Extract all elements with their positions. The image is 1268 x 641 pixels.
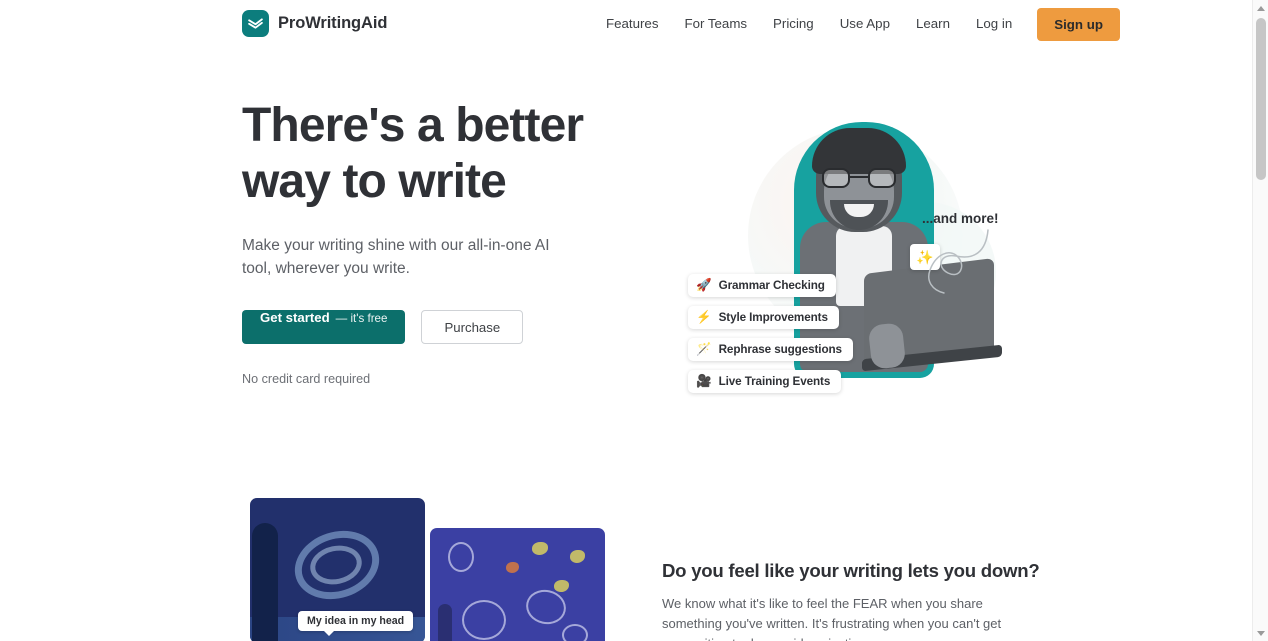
brand-logo-link[interactable]: ProWritingAid (242, 10, 387, 37)
lower-section-title: Do you feel like your writing lets you d… (662, 560, 1040, 581)
glasses-right-lens (868, 168, 896, 188)
hero-section: There's a better way to write Make your … (0, 48, 1252, 468)
page-root: ProWritingAid Features For Teams Pricing… (0, 0, 1268, 641)
nav-item-for-teams[interactable]: For Teams (671, 11, 760, 36)
crude-sketch-image (430, 528, 605, 641)
scroll-down-arrow-icon[interactable] (1253, 625, 1268, 641)
no-credit-card-note: No credit card required (242, 372, 371, 386)
main-navigation: Features For Teams Pricing Use App Learn… (600, 0, 1120, 48)
sign-up-button[interactable]: Sign up (1037, 7, 1120, 41)
writing-lets-you-down-section: My idea in my head Do you feel like your… (0, 468, 1252, 641)
person-hand (867, 322, 907, 370)
hand-drawn-arrow-icon (928, 229, 989, 294)
feature-chip-label: Style Improvements (718, 311, 828, 324)
site-header: ProWritingAid Features For Teams Pricing… (0, 0, 1252, 48)
rocket-icon: 🚀 (696, 278, 712, 293)
hero-copy: There's a better way to write Make your … (242, 98, 642, 386)
hero-title: There's a better way to write (242, 98, 602, 210)
feature-chip-style-improvements[interactable]: ⚡ Style Improvements (688, 306, 839, 329)
magic-wand-icon: 🪄 (696, 342, 712, 357)
glasses-left-lens (822, 168, 850, 188)
glasses-bridge (850, 176, 868, 179)
nav-item-learn[interactable]: Learn (903, 11, 963, 36)
sketch-cypress (438, 604, 452, 641)
brand-name: ProWritingAid (278, 14, 388, 32)
sketch-mark (562, 624, 588, 641)
and-more-callout: ...and more! (922, 211, 999, 226)
get-started-button[interactable]: Get started — it's free (242, 310, 406, 344)
nav-item-use-app[interactable]: Use App (827, 11, 903, 36)
feature-chip-label: Grammar Checking (718, 279, 825, 292)
get-started-free-note: — it's free (335, 312, 388, 325)
hero-cta-group: Get started — it's free Purchase (242, 310, 642, 344)
get-started-label: Get started (260, 310, 330, 325)
sketch-blob (554, 580, 569, 592)
sketch-blob (506, 562, 519, 573)
feature-chip-list: 🚀 Grammar Checking ⚡ Style Improvements … (688, 274, 853, 393)
scrollbar-thumb[interactable] (1256, 18, 1266, 180)
lower-section-body: We know what it's like to feel the FEAR … (662, 596, 1002, 641)
lower-section-copy: Do you feel like your writing lets you d… (662, 560, 1040, 641)
sketch-blob (570, 550, 585, 563)
starry-night-cypress (252, 523, 278, 641)
nav-item-features[interactable]: Features (600, 11, 671, 36)
sketch-mark (462, 600, 506, 640)
feature-chip-live-training-events[interactable]: 🎥 Live Training Events (688, 370, 842, 393)
sketch-mark (522, 586, 570, 628)
purchase-button[interactable]: Purchase (421, 310, 524, 344)
hero-title-line-2: way to write (242, 155, 507, 208)
sketch-blob (532, 542, 548, 555)
hero-title-line-1: There's a better (242, 99, 584, 152)
prowritingaid-logo-icon (242, 10, 269, 37)
illustration-stage: 🚀 Grammar Checking ⚡ Style Improvements … (660, 106, 1020, 436)
feature-chip-label: Live Training Events (718, 375, 831, 388)
feature-chip-grammar-checking[interactable]: 🚀 Grammar Checking (688, 274, 836, 297)
nav-item-pricing[interactable]: Pricing (760, 11, 827, 36)
lightning-icon: ⚡ (696, 310, 712, 325)
glasses-icon (822, 168, 896, 188)
sketch-mark (448, 542, 474, 572)
hero-illustration: 🚀 Grammar Checking ⚡ Style Improvements … (660, 106, 1020, 436)
video-camera-icon: 🎥 (696, 374, 712, 389)
feature-chip-label: Rephrase suggestions (718, 343, 842, 356)
nav-item-log-in[interactable]: Log in (963, 11, 1025, 36)
page-viewport: ProWritingAid Features For Teams Pricing… (0, 0, 1252, 641)
idea-vs-reality-images: My idea in my head (250, 498, 605, 641)
idea-image-caption: My idea in my head (298, 611, 414, 636)
page-scrollbar[interactable] (1252, 0, 1268, 641)
scroll-up-arrow-icon[interactable] (1253, 0, 1268, 16)
hero-subtitle: Make your writing shine with our all-in-… (242, 237, 550, 277)
feature-chip-rephrase-suggestions[interactable]: 🪄 Rephrase suggestions (688, 338, 853, 361)
